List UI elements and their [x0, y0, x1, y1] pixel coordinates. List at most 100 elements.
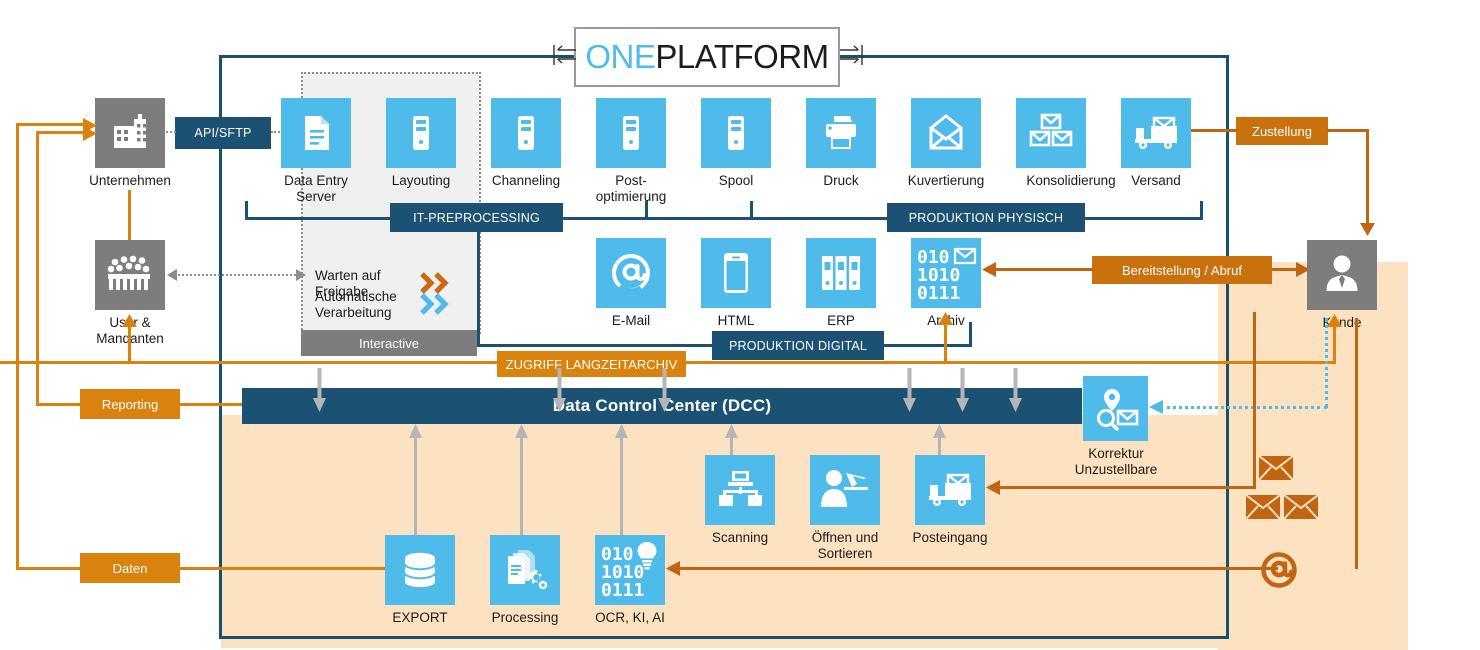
band-produktion-digital[interactable]: PRODUKTION DIGITAL — [712, 331, 884, 360]
scanning-label: Scanning — [711, 530, 769, 545]
posteingang-label: Posteingang — [912, 530, 988, 545]
band-produktion-physisch[interactable]: PRODUKTION PHYSISCH — [887, 203, 1085, 232]
envelope-icon — [1245, 494, 1281, 520]
digital-band-spine-right — [884, 344, 972, 347]
chevron-double-right-icon — [420, 293, 449, 315]
archiv-tile[interactable]: 010 1010 0111 — [911, 238, 981, 308]
daten-arrow-unternehmen-icon — [83, 118, 97, 133]
korrektur-label-line2: Unzustellbare — [1074, 461, 1158, 477]
posteingang-inflow-riser — [1253, 312, 1256, 489]
digital-band-riser-archiv — [969, 322, 972, 347]
truck-mail-icon — [929, 473, 971, 506]
open-sort-mail-icon — [821, 470, 868, 507]
binary-mail-icon: 010 1010 0111 — [917, 247, 977, 303]
erp-label: ERP — [827, 313, 855, 328]
kunde-tile[interactable] — [1307, 240, 1377, 310]
reporting-riser-left — [36, 131, 39, 405]
data-entry-server-tile[interactable] — [281, 98, 351, 168]
processing-tile[interactable] — [490, 535, 560, 605]
at-sign-icon — [1261, 552, 1297, 588]
band-it-preprocessing[interactable]: IT-PREPROCESSING — [390, 203, 563, 232]
building-icon — [114, 114, 146, 148]
band-it-preprocessing-label: IT-PREPROCESSING — [413, 210, 540, 225]
band-produktion-physisch-label: PRODUKTION PHYSISCH — [908, 210, 1064, 225]
link-unternehmen-user — [128, 190, 131, 240]
return-envelope-1[interactable] — [1258, 455, 1294, 481]
daten-label: Daten — [112, 560, 148, 576]
postoptimierung-tile[interactable] — [596, 98, 666, 168]
top-band-riser-left — [245, 201, 248, 220]
tile-label-line1: Data Entry — [284, 173, 348, 188]
zustellung-connector[interactable]: Zustellung — [1236, 117, 1328, 145]
envelope-icon — [1258, 455, 1294, 481]
ocr-arrow-icon — [666, 561, 680, 576]
daten-connector[interactable]: Daten — [80, 553, 180, 583]
return-envelope-2[interactable] — [1245, 494, 1281, 520]
preprocessing-to-digital-link — [477, 344, 712, 347]
dotted-link-kunde-korrektur — [1160, 406, 1327, 409]
daten-line-right — [180, 567, 390, 570]
binary-bulb-icon: 010 1010 0111 — [601, 542, 657, 600]
api-sftp-connector[interactable]: API/SFTP — [175, 117, 271, 149]
tile-label-line2: Server — [296, 188, 336, 204]
bereitstellung-arrow-right-icon — [1296, 262, 1310, 277]
user-mandanten-tile[interactable] — [95, 240, 165, 310]
interactive-row-1-line1: Automatische — [315, 289, 397, 304]
return-rail-vertical — [1355, 318, 1358, 569]
oeffnen-sortieren-tile[interactable] — [810, 455, 880, 525]
posteingang-tile[interactable] — [915, 455, 985, 525]
unternehmen-tile[interactable] — [95, 98, 165, 168]
return-envelope-3[interactable] — [1283, 494, 1319, 520]
druck-tile[interactable] — [806, 98, 876, 168]
envelope-icon — [1283, 494, 1319, 520]
interactive-row-1-label: Automatische Verarbeitung — [315, 289, 415, 321]
zustellung-line-left — [1191, 129, 1237, 132]
konsolidierung-tile[interactable] — [1016, 98, 1086, 168]
person-tie-icon — [1326, 255, 1358, 291]
server-tower-icon — [518, 116, 534, 150]
langzeitarchiv-riser-kunde — [1333, 322, 1336, 364]
envelope-open-icon — [929, 114, 963, 150]
versand-tile[interactable] — [1121, 98, 1191, 168]
reporting-label: Reporting — [101, 396, 159, 412]
unternehmen-label: Unternehmen — [89, 173, 171, 188]
interactive-footer[interactable]: Interactive — [301, 330, 477, 356]
truck-mail-icon — [1135, 116, 1177, 149]
people-group-icon — [107, 255, 150, 290]
document-icon — [305, 116, 329, 150]
reporting-connector[interactable]: Reporting — [80, 389, 180, 419]
layouting-label: Layouting — [391, 173, 451, 188]
top-band-tick-2 — [750, 201, 753, 220]
korrektur-label: Korrektur Unzustellbare — [1046, 446, 1186, 478]
html-tile[interactable] — [701, 238, 771, 308]
bereitstellung-line-left — [992, 268, 1094, 271]
data-entry-server-label: Data Entry Server — [266, 173, 366, 205]
ocr-ki-ai-tile[interactable]: 010 1010 0111 — [595, 535, 665, 605]
spool-label: Spool — [718, 173, 754, 188]
export-tile[interactable] — [385, 535, 455, 605]
html-label: HTML — [717, 313, 755, 328]
return-at-sign[interactable] — [1258, 549, 1300, 591]
langzeitarchiv-riser-archiv — [944, 320, 947, 364]
posteingang-arrow-icon — [986, 480, 1000, 495]
layouting-tile[interactable] — [386, 98, 456, 168]
title-one: ONE — [585, 38, 656, 75]
top-band-tick-1 — [645, 201, 648, 220]
processing-label: Processing — [491, 610, 559, 625]
top-band-riser-right — [1200, 201, 1203, 220]
dotted-link-unternehmen-api — [166, 131, 176, 133]
scanning-tile[interactable] — [705, 455, 775, 525]
korrektur-tile[interactable] — [1083, 376, 1148, 441]
spool-tile[interactable] — [701, 98, 771, 168]
interactive-row-0-line1: Warten auf — [315, 268, 381, 283]
zustellung-line-right — [1327, 129, 1369, 132]
email-label: E-Mail — [611, 313, 651, 328]
server-tower-icon — [623, 116, 639, 150]
email-tile[interactable] — [596, 238, 666, 308]
korrektur-arrow-icon — [1149, 400, 1163, 414]
bereitstellung-connector[interactable]: Bereitstellung / Abruf — [1092, 256, 1272, 284]
kuvertierung-tile[interactable] — [911, 98, 981, 168]
channeling-tile[interactable] — [491, 98, 561, 168]
erp-tile[interactable] — [806, 238, 876, 308]
daten-riser-left — [16, 123, 19, 570]
